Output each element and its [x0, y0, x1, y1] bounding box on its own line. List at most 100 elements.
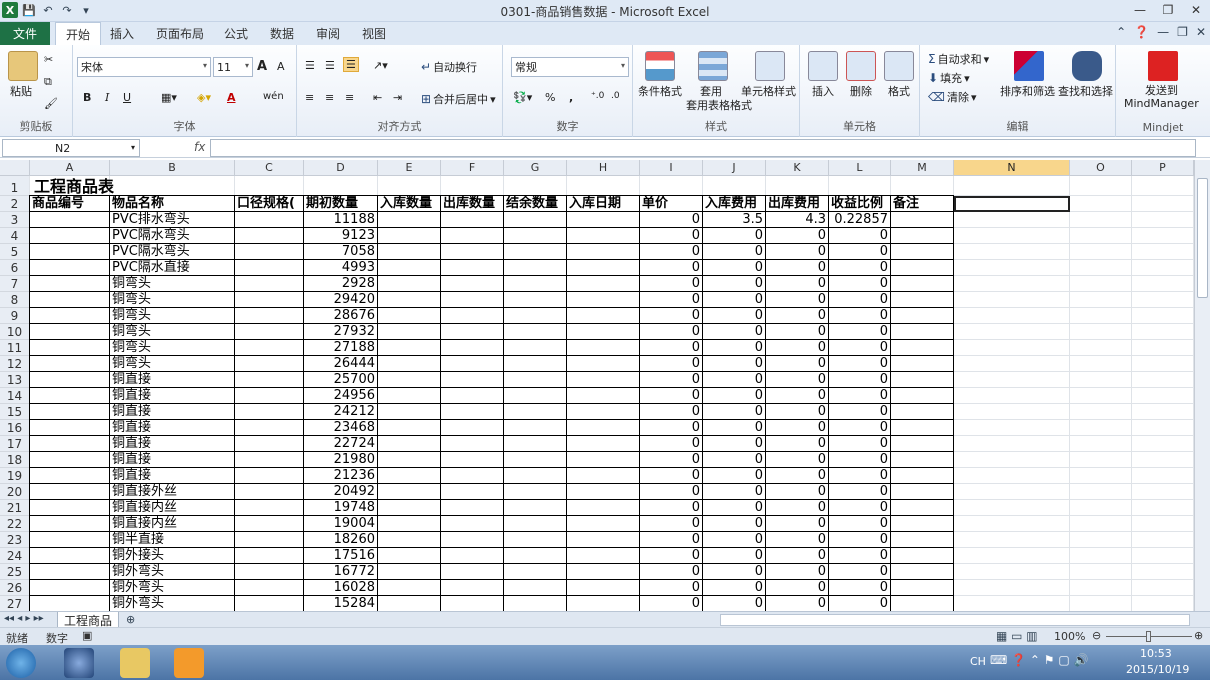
- unit-price-cell[interactable]: 0: [640, 276, 702, 292]
- in-fee-cell[interactable]: 0: [703, 356, 765, 372]
- tab-page-layout[interactable]: 页面布局: [156, 22, 204, 45]
- vertical-scrollbar[interactable]: [1194, 160, 1210, 611]
- item-name-cell[interactable]: 铜弯头: [110, 356, 234, 372]
- out-fee-cell[interactable]: 0: [766, 292, 828, 308]
- name-box[interactable]: N2 ▾: [2, 139, 140, 157]
- row-header-11[interactable]: 11: [0, 340, 30, 356]
- percent-button[interactable]: %: [545, 91, 555, 104]
- ratio-cell[interactable]: 0: [829, 388, 890, 404]
- ratio-cell[interactable]: 0: [829, 484, 890, 500]
- doc-minimize-icon[interactable]: —: [1157, 25, 1169, 39]
- in-fee-cell[interactable]: 0: [703, 388, 765, 404]
- item-name-cell[interactable]: 铜直接: [110, 468, 234, 484]
- row-header-21[interactable]: 21: [0, 500, 30, 516]
- unit-price-cell[interactable]: 0: [640, 532, 702, 548]
- ratio-cell[interactable]: 0: [829, 404, 890, 420]
- in-fee-cell[interactable]: 0: [703, 276, 765, 292]
- ratio-cell[interactable]: 0: [829, 292, 890, 308]
- unit-price-cell[interactable]: 0: [640, 260, 702, 276]
- column-header-m[interactable]: M: [891, 160, 954, 176]
- in-fee-cell[interactable]: 0: [703, 228, 765, 244]
- conditional-format-button[interactable]: 条件格式: [638, 83, 682, 99]
- in-fee-cell[interactable]: 0: [703, 436, 765, 452]
- column-header-l[interactable]: L: [829, 160, 891, 176]
- align-center-icon[interactable]: ≡: [325, 91, 334, 104]
- item-name-cell[interactable]: 铜外弯头: [110, 580, 234, 596]
- ratio-cell[interactable]: 0: [829, 356, 890, 372]
- shrink-font-button[interactable]: A: [277, 60, 285, 73]
- item-name-cell[interactable]: 铜直接内丝: [110, 500, 234, 516]
- unit-price-cell[interactable]: 0: [640, 292, 702, 308]
- decrease-decimal-icon[interactable]: .0: [611, 91, 620, 101]
- item-name-cell[interactable]: 铜直接外丝: [110, 484, 234, 500]
- opening-qty-cell[interactable]: 2928: [304, 276, 377, 292]
- row-header-3[interactable]: 3: [0, 212, 30, 228]
- out-fee-cell[interactable]: 0: [766, 548, 828, 564]
- clear-button[interactable]: ⌫ 清除 ▾: [928, 89, 977, 105]
- delete-cells-icon[interactable]: [846, 51, 876, 81]
- row-header-19[interactable]: 19: [0, 468, 30, 484]
- header-cell[interactable]: 期初数量: [304, 196, 377, 212]
- paste-icon[interactable]: [8, 51, 38, 81]
- tab-insert[interactable]: 插入: [110, 22, 134, 45]
- worksheet-grid[interactable]: A B C D E F G H I J K L M N O P 1 2 3 4 5 6 7 8 9 10 11 12 13 14 15 16 1…: [0, 160, 1194, 611]
- item-name-cell[interactable]: PVC隔水弯头: [110, 228, 234, 244]
- tab-view[interactable]: 视图: [362, 22, 386, 45]
- close-icon[interactable]: ✕: [1182, 0, 1210, 20]
- item-name-cell[interactable]: 铜弯头: [110, 324, 234, 340]
- out-fee-cell[interactable]: 0: [766, 452, 828, 468]
- ratio-cell[interactable]: 0: [829, 324, 890, 340]
- fill-color-icon[interactable]: ◈▾: [197, 91, 211, 104]
- in-fee-cell[interactable]: 0: [703, 244, 765, 260]
- zoom-slider-thumb[interactable]: [1146, 631, 1151, 642]
- in-fee-cell[interactable]: 0: [703, 260, 765, 276]
- minimize-icon[interactable]: —: [1126, 0, 1154, 20]
- column-header-o[interactable]: O: [1070, 160, 1132, 176]
- item-name-cell[interactable]: PVC隔水弯头: [110, 244, 234, 260]
- autosum-button[interactable]: Σ 自动求和 ▾: [928, 51, 989, 67]
- start-button-icon[interactable]: [6, 648, 36, 678]
- item-name-cell[interactable]: 铜直接: [110, 420, 234, 436]
- item-name-cell[interactable]: 铜外接头: [110, 548, 234, 564]
- align-middle-icon[interactable]: ☰: [325, 59, 335, 72]
- unit-price-cell[interactable]: 0: [640, 324, 702, 340]
- item-name-cell[interactable]: PVC排水弯头: [110, 212, 234, 228]
- opening-qty-cell[interactable]: 25700: [304, 372, 377, 388]
- unit-price-cell[interactable]: 0: [640, 420, 702, 436]
- opening-qty-cell[interactable]: 20492: [304, 484, 377, 500]
- row-header-1[interactable]: 1: [0, 176, 30, 196]
- mindmanager-icon[interactable]: [1148, 51, 1178, 81]
- out-fee-cell[interactable]: 0: [766, 324, 828, 340]
- bold-button[interactable]: B: [83, 91, 91, 104]
- unit-price-cell[interactable]: 0: [640, 484, 702, 500]
- in-fee-cell[interactable]: 0: [703, 516, 765, 532]
- number-format-select[interactable]: 常规 ▾: [511, 57, 629, 77]
- tab-home[interactable]: 开始: [55, 22, 102, 45]
- in-fee-cell[interactable]: 0: [703, 452, 765, 468]
- out-fee-cell[interactable]: 0: [766, 340, 828, 356]
- unit-price-cell[interactable]: 0: [640, 212, 702, 228]
- font-size-select[interactable]: 11 ▾: [213, 57, 253, 77]
- column-header-g[interactable]: G: [504, 160, 567, 176]
- vscroll-thumb[interactable]: [1197, 178, 1208, 298]
- row-header-2[interactable]: 2: [0, 196, 30, 212]
- out-fee-cell[interactable]: 0: [766, 276, 828, 292]
- ratio-cell[interactable]: 0: [829, 548, 890, 564]
- align-bottom-icon[interactable]: ☰: [343, 57, 359, 72]
- in-fee-cell[interactable]: 0: [703, 404, 765, 420]
- item-name-cell[interactable]: 铜直接: [110, 436, 234, 452]
- row-header-26[interactable]: 26: [0, 580, 30, 596]
- align-left-icon[interactable]: ≡: [305, 91, 314, 104]
- out-fee-cell[interactable]: 0: [766, 468, 828, 484]
- header-cell[interactable]: 结余数量: [504, 196, 566, 212]
- out-fee-cell[interactable]: 0: [766, 420, 828, 436]
- unit-price-cell[interactable]: 0: [640, 308, 702, 324]
- out-fee-cell[interactable]: 0: [766, 564, 828, 580]
- header-cell[interactable]: 商品编号: [30, 196, 109, 212]
- cell-style-icon[interactable]: [755, 51, 785, 81]
- opening-qty-cell[interactable]: 4993: [304, 260, 377, 276]
- opening-qty-cell[interactable]: 21980: [304, 452, 377, 468]
- out-fee-cell[interactable]: 4.3: [766, 212, 828, 228]
- in-fee-cell[interactable]: 0: [703, 500, 765, 516]
- send-to-label[interactable]: 发送到: [1145, 82, 1178, 98]
